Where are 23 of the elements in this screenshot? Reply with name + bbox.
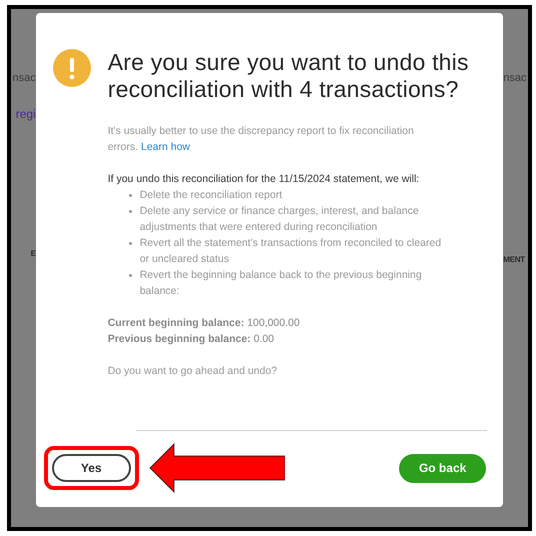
bullet-text: Delete any service or finance charges, interest, and balance adjustments that were entered during reconciliation — [140, 204, 420, 235]
dialog-title: Are you sure you want to undo this reconciliation with 4 transactions? — [108, 49, 470, 103]
bullet-text: Revert all the statement's transactions from reconciled to cleared or uncleared status — [140, 236, 442, 267]
question-text: Do you want to go ahead and undo? — [108, 364, 278, 379]
bullet-icon — [128, 210, 132, 213]
background-text: MENT — [503, 256, 525, 264]
learn-how-link[interactable]: Learn how — [140, 141, 190, 153]
warning-icon — [52, 49, 91, 87]
intro-text: It's usually better to use the discrepancy report to fix reconciliation errors. Learn how — [108, 124, 415, 155]
bullet-icon — [128, 242, 132, 245]
bullet-text: Revert the beginning balance back to the previous beginning balance: — [140, 268, 423, 299]
yes-button[interactable]: Yes — [52, 454, 131, 482]
lead-text: If you undo this reconciliation for the 11/15/2024 statement, we will: — [108, 172, 420, 187]
balance-text: Previous beginning balance: 0.00 — [108, 332, 276, 347]
background-text: regi — [16, 108, 36, 120]
go-back-button[interactable]: Go back — [398, 454, 486, 482]
bullet-icon — [128, 274, 132, 277]
background-text: nsac — [503, 73, 527, 84]
bullet-icon — [128, 194, 132, 197]
background-text: nsac — [12, 73, 36, 84]
bullet-text: Delete the reconciliation report — [140, 188, 282, 203]
balance-text: Current beginning balance: 100,000.00 — [108, 316, 301, 331]
background-text: E — [30, 250, 36, 258]
